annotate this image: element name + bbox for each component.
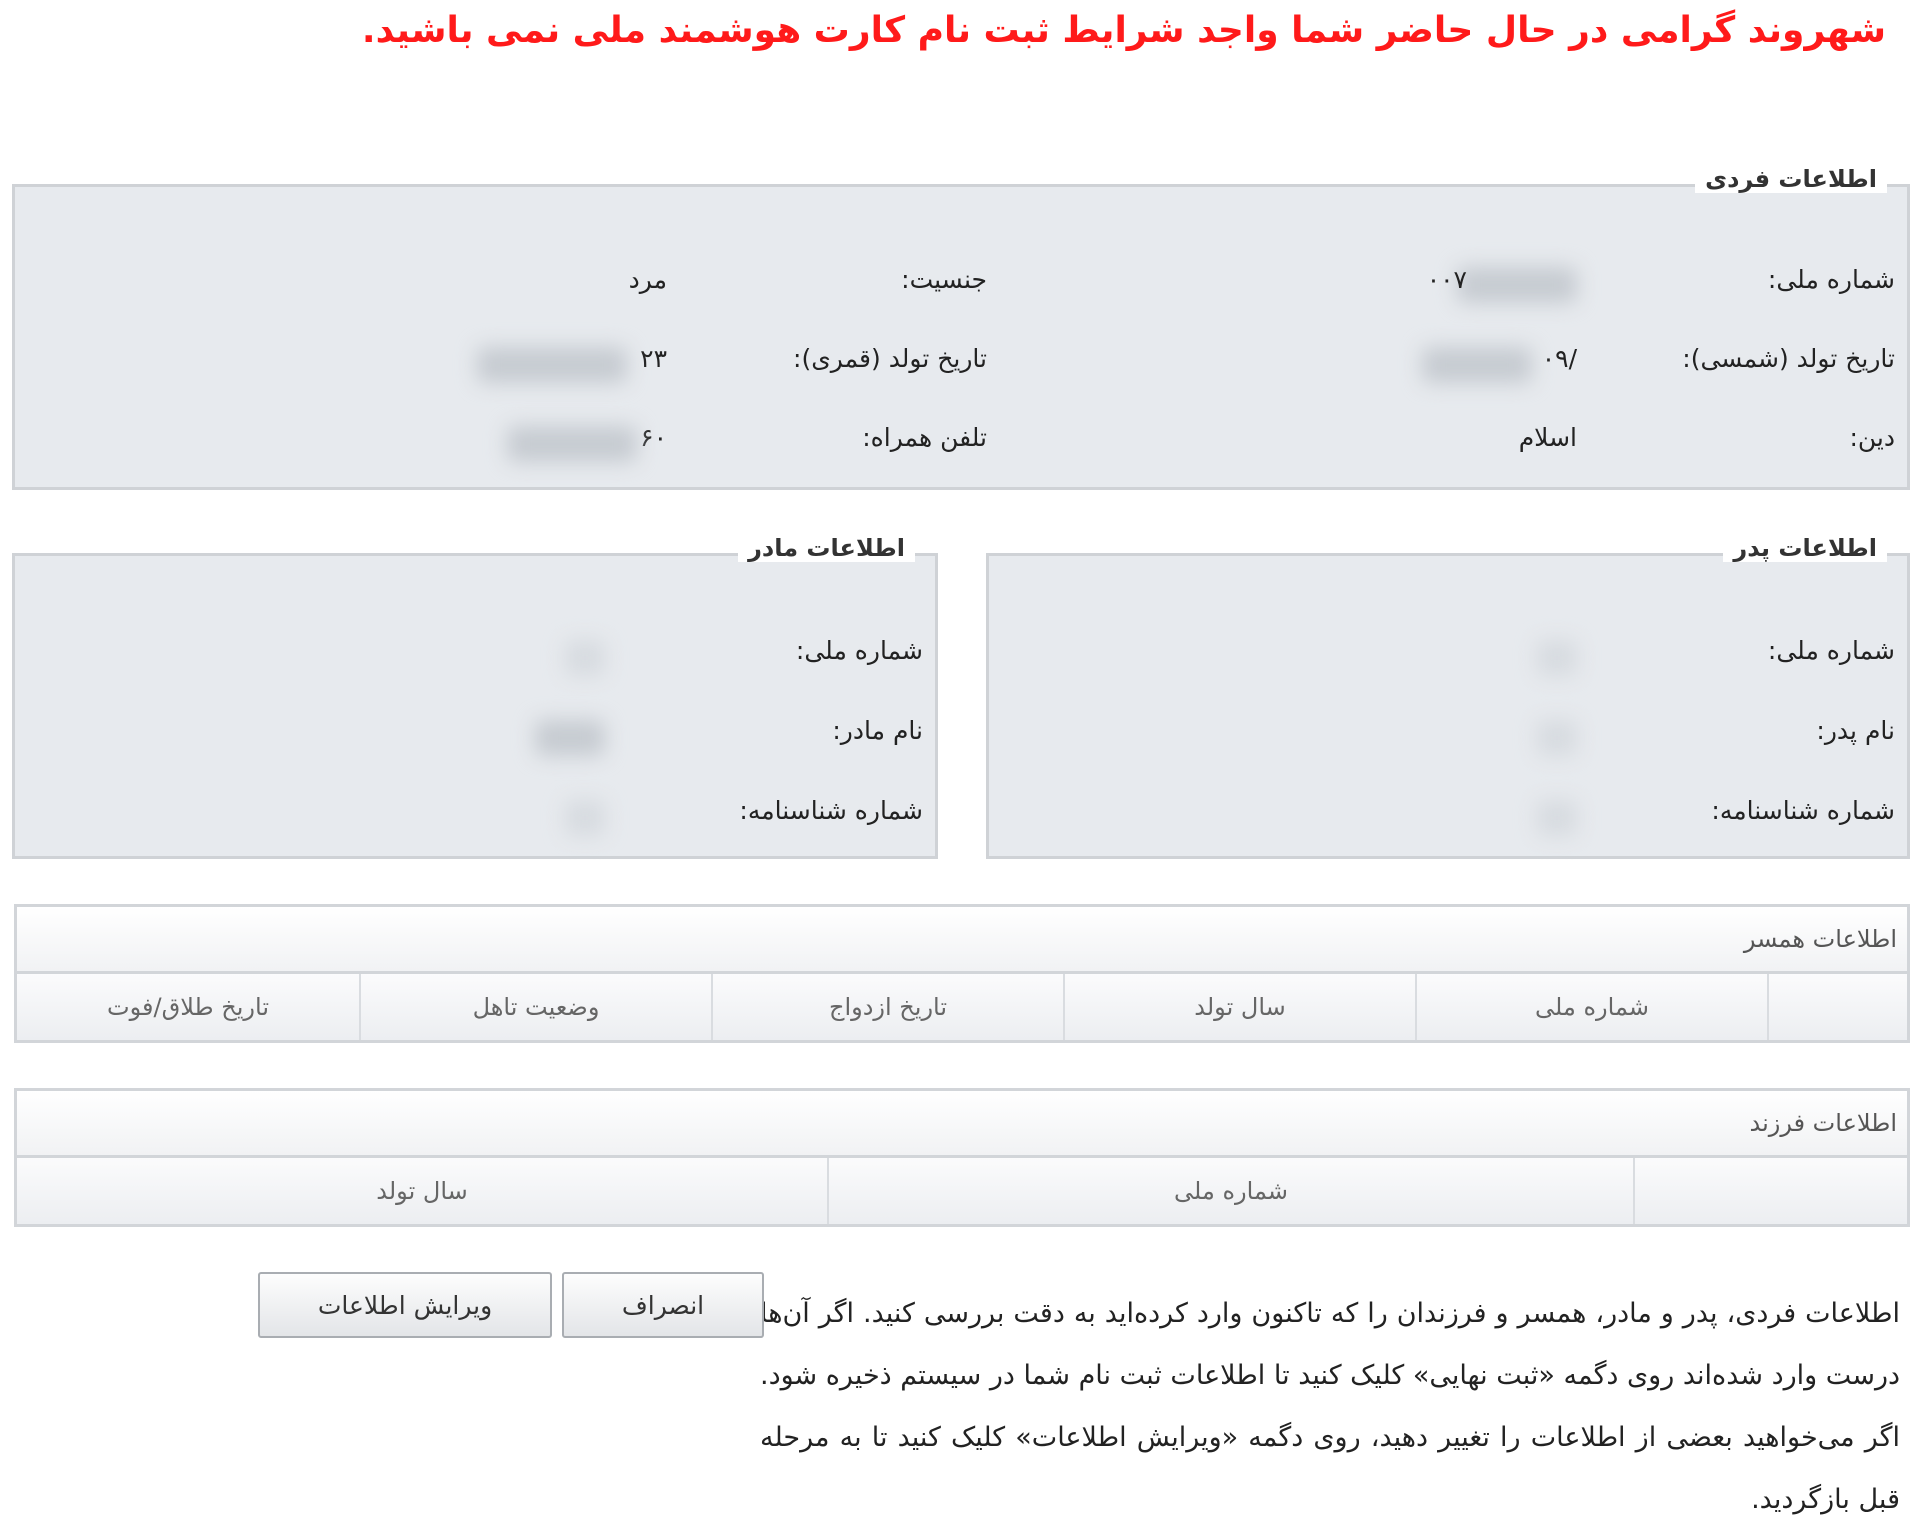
father-name-label: نام پدر: bbox=[1816, 716, 1895, 745]
mother-info-legend: اطلاعات مادر bbox=[738, 534, 915, 562]
gender-value: مرد bbox=[628, 265, 667, 294]
spouse-table-header: اطلاعات همسر bbox=[17, 907, 1907, 974]
mother-name-redaction bbox=[535, 720, 605, 756]
spouse-col-birth-year[interactable]: سال تولد bbox=[1063, 974, 1415, 1040]
birth-solar-redaction bbox=[1422, 347, 1532, 383]
spouse-col-select bbox=[1767, 974, 1907, 1040]
spouse-table: اطلاعات همسر شماره ملی سال تولد تاریخ از… bbox=[14, 904, 1910, 1043]
religion-label: دین: bbox=[1849, 423, 1895, 452]
father-national-id-redaction bbox=[1537, 640, 1577, 676]
spouse-col-national-id[interactable]: شماره ملی bbox=[1415, 974, 1767, 1040]
edit-info-button[interactable]: ویرایش اطلاعات bbox=[258, 1272, 552, 1338]
national-id-label: شماره ملی: bbox=[1767, 265, 1895, 294]
children-col-select bbox=[1633, 1158, 1907, 1224]
birth-solar-value: /۰۹ bbox=[1541, 344, 1577, 373]
mother-info-panel: اطلاعات مادر شماره ملی: نام مادر: شماره … bbox=[12, 534, 938, 859]
birth-lunar-redaction bbox=[477, 347, 627, 383]
mother-national-id-redaction bbox=[565, 640, 605, 676]
father-national-id-label: شماره ملی: bbox=[1767, 636, 1895, 665]
mother-name-label: نام مادر: bbox=[832, 716, 923, 745]
children-col-birth-year[interactable]: سال تولد bbox=[17, 1158, 827, 1224]
father-birth-cert-redaction bbox=[1537, 800, 1577, 836]
mother-birth-cert-label: شماره شناسنامه: bbox=[739, 796, 923, 825]
mother-national-id-label: شماره ملی: bbox=[795, 636, 923, 665]
spouse-col-divorce-death-date[interactable]: تاریخ طلاق/فوت bbox=[17, 974, 359, 1040]
cancel-button[interactable]: انصراف bbox=[562, 1272, 764, 1338]
children-table-columns: شماره ملی سال تولد bbox=[17, 1158, 1907, 1224]
father-name-redaction bbox=[1537, 720, 1577, 756]
birth-lunar-label: تاریخ تولد (قمری): bbox=[793, 344, 987, 373]
mobile-redaction bbox=[507, 426, 637, 462]
national-id-redaction bbox=[1457, 267, 1577, 303]
personal-info-panel: اطلاعات فردی شماره ملی: ۰۰۷ جنسیت: مرد ت… bbox=[12, 165, 1910, 490]
father-birth-cert-label: شماره شناسنامه: bbox=[1711, 796, 1895, 825]
children-col-national-id[interactable]: شماره ملی bbox=[827, 1158, 1633, 1224]
mother-birth-cert-redaction bbox=[565, 800, 605, 836]
children-table: اطلاعات فرزند شماره ملی سال تولد bbox=[14, 1088, 1910, 1227]
father-info-panel: اطلاعات پدر شماره ملی: نام پدر: شماره شن… bbox=[986, 534, 1910, 859]
children-table-title: اطلاعات فرزند bbox=[1749, 1109, 1897, 1137]
spouse-table-columns: شماره ملی سال تولد تاریخ ازدواج وضعیت تا… bbox=[17, 974, 1907, 1040]
spouse-col-marital-status[interactable]: وضعیت تاهل bbox=[359, 974, 711, 1040]
children-table-header: اطلاعات فرزند bbox=[17, 1091, 1907, 1158]
spouse-col-marriage-date[interactable]: تاریخ ازدواج bbox=[711, 974, 1063, 1040]
birth-solar-label: تاریخ تولد (شمسی): bbox=[1682, 344, 1895, 373]
birth-lunar-value: ۲۳ bbox=[640, 344, 667, 373]
national-id-value: ۰۰۷ bbox=[1426, 265, 1467, 294]
mobile-label: تلفن همراه: bbox=[862, 423, 987, 452]
father-info-legend: اطلاعات پدر bbox=[1723, 534, 1887, 562]
spouse-table-title: اطلاعات همسر bbox=[1743, 925, 1897, 953]
religion-value: اسلام bbox=[1518, 423, 1577, 452]
eligibility-notice: شهروند گرامی در حال حاضر شما واجد شرایط … bbox=[361, 10, 1886, 51]
gender-label: جنسیت: bbox=[901, 265, 987, 294]
mobile-value: ۶۰ bbox=[640, 423, 667, 452]
personal-info-legend: اطلاعات فردی bbox=[1695, 165, 1887, 193]
instructions-text: اطلاعات فردی، پدر و مادر، همسر و فرزندان… bbox=[760, 1298, 1900, 1515]
